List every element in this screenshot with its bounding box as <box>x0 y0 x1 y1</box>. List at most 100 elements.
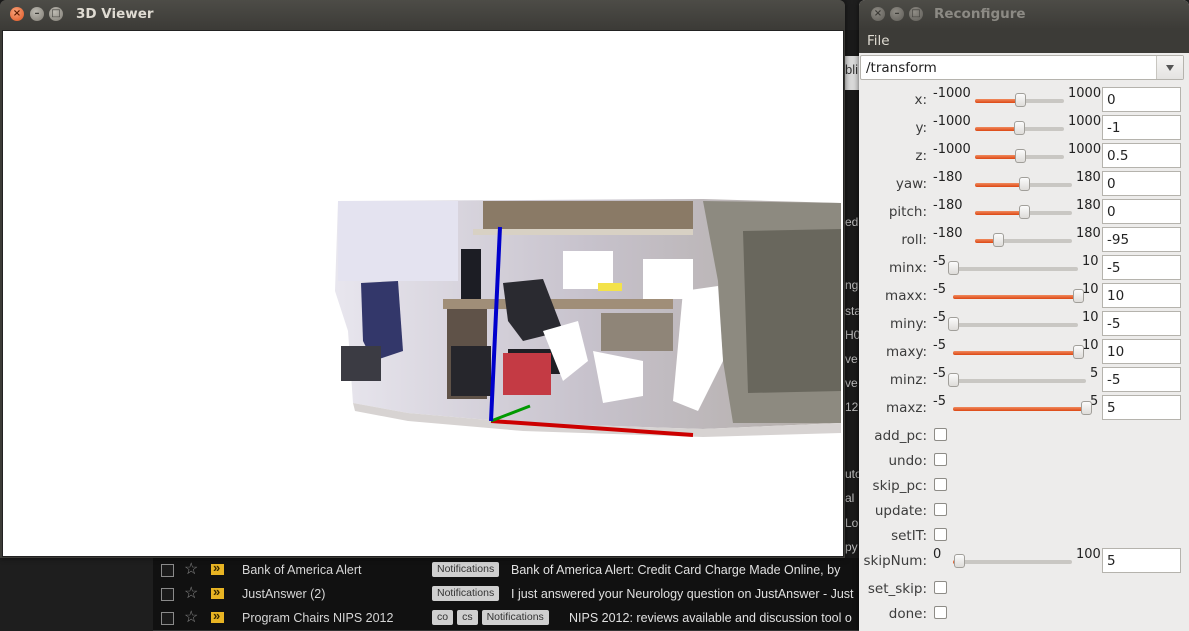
email-select-checkbox[interactable] <box>161 612 174 625</box>
slider-thumb[interactable] <box>992 233 1004 247</box>
email-row[interactable]: ☆ Bank of America Alert Notifications Bank … <box>153 558 859 583</box>
param-y: y: -1000 1000 -1 <box>859 114 1189 140</box>
param-x: x: -1000 1000 0 <box>859 86 1189 112</box>
email-label-tag[interactable]: cs <box>457 610 478 625</box>
slider-thumb[interactable] <box>953 554 965 568</box>
param-slider[interactable] <box>953 401 1092 415</box>
param-label: setIT: <box>891 528 927 544</box>
param-skipnum: skipNum: 0 100 5 <box>859 547 1189 573</box>
viewer-titlebar[interactable]: × – □ 3D Viewer <box>0 0 845 29</box>
slider-thumb[interactable] <box>1081 401 1092 415</box>
param-checkbox[interactable] <box>934 503 947 516</box>
param-slider[interactable] <box>953 345 1084 359</box>
param-value-field[interactable]: 5 <box>1102 395 1181 420</box>
param-value-field[interactable]: -5 <box>1102 367 1181 392</box>
3d-canvas[interactable] <box>2 30 844 557</box>
slider-max-label: 180 <box>1076 226 1101 241</box>
param-checkbox[interactable] <box>934 428 947 441</box>
param-minz: minz: -5 5 -5 <box>859 366 1189 392</box>
param-value-field[interactable]: 0.5 <box>1102 143 1181 168</box>
param-slider[interactable] <box>975 177 1072 191</box>
param-value-field[interactable]: -1 <box>1102 115 1181 140</box>
slider-thumb[interactable] <box>948 317 959 331</box>
star-icon[interactable]: ☆ <box>184 607 198 627</box>
slider-thumb[interactable] <box>1018 177 1030 191</box>
importance-marker-icon[interactable] <box>211 584 224 599</box>
param-checkbox[interactable] <box>934 478 947 491</box>
email-select-checkbox[interactable] <box>161 588 174 601</box>
email-label-tag[interactable]: Notifications <box>432 586 500 601</box>
slider-thumb[interactable] <box>1014 149 1026 163</box>
background-text-fragment: 12 <box>845 400 859 414</box>
param-label: pitch: <box>888 204 927 220</box>
param-slider[interactable] <box>948 373 1086 387</box>
param-value-field[interactable]: 0 <box>1102 199 1181 224</box>
slider-thumb[interactable] <box>1014 121 1026 135</box>
param-checkbox[interactable] <box>934 528 947 541</box>
email-select-checkbox[interactable] <box>161 564 174 577</box>
param-value-field[interactable]: -5 <box>1102 311 1181 336</box>
param-value-field[interactable]: -95 <box>1102 227 1181 252</box>
importance-marker-icon[interactable] <box>211 560 224 575</box>
email-sender: Program Chairs NIPS 2012 <box>242 611 394 625</box>
param-value-field[interactable]: 0 <box>1102 87 1181 112</box>
param-checkbox[interactable] <box>934 581 947 594</box>
param-slider[interactable] <box>975 233 1072 247</box>
email-labels: co cs Notifications <box>432 610 549 625</box>
param-slider[interactable] <box>975 121 1064 135</box>
slider-max-label: 1000 <box>1068 142 1102 157</box>
param-value-field[interactable]: 5 <box>1102 548 1181 573</box>
email-sender: JustAnswer (2) <box>242 587 326 601</box>
param-slider[interactable] <box>975 93 1064 107</box>
param-value-field[interactable]: -5 <box>1102 255 1181 280</box>
reconfigure-titlebar[interactable]: × – □ Reconfigure <box>859 0 1189 29</box>
param-slider[interactable] <box>953 289 1084 303</box>
email-sender: Bank of America Alert <box>242 563 362 577</box>
param-slider[interactable] <box>948 261 1078 275</box>
importance-marker-icon[interactable] <box>211 608 224 623</box>
maximize-icon[interactable]: □ <box>909 7 923 21</box>
param-slider[interactable] <box>975 205 1072 219</box>
param-value-field[interactable]: 10 <box>1102 339 1181 364</box>
param-label: add_pc: <box>874 428 927 444</box>
star-icon[interactable]: ☆ <box>184 559 198 579</box>
email-label-tag[interactable]: Notifications <box>481 610 549 625</box>
background-text-fragment: py <box>845 540 858 554</box>
param-slider[interactable] <box>975 149 1064 163</box>
node-select-dropdown[interactable]: /transform <box>860 55 1184 80</box>
maximize-icon[interactable]: □ <box>49 7 63 21</box>
background-text-fragment: Lo <box>845 516 859 530</box>
close-icon[interactable]: × <box>10 7 24 21</box>
email-row[interactable]: ☆ Program Chairs NIPS 2012 cocsNotificatio… <box>153 606 859 631</box>
param-slider[interactable] <box>953 554 1072 568</box>
slider-max-label: 10 <box>1082 282 1099 297</box>
slider-thumb[interactable] <box>1014 93 1026 107</box>
email-subject: NIPS 2012: reviews available and discuss… <box>569 611 852 625</box>
star-icon[interactable]: ☆ <box>184 583 198 603</box>
param-slider[interactable] <box>948 317 1078 331</box>
close-icon[interactable]: × <box>871 7 885 21</box>
slider-min-label: -180 <box>933 170 963 185</box>
file-menu[interactable]: File <box>867 33 890 49</box>
email-label-tag[interactable]: co <box>432 610 454 625</box>
param-checkbox[interactable] <box>934 606 947 619</box>
email-row[interactable]: ☆ JustAnswer (2) Notifications I just answe… <box>153 582 859 607</box>
param-add-pc: add_pc: <box>859 423 1189 448</box>
param-value-field[interactable]: 10 <box>1102 283 1181 308</box>
chevron-down-icon[interactable] <box>1156 56 1183 79</box>
param-value-field[interactable]: 0 <box>1102 171 1181 196</box>
slider-thumb[interactable] <box>948 373 959 387</box>
param-maxy: maxy: -5 10 10 <box>859 338 1189 364</box>
param-setit: setIT: <box>859 523 1189 548</box>
param-undo: undo: <box>859 448 1189 473</box>
viewer-title: 3D Viewer <box>76 6 154 22</box>
slider-thumb[interactable] <box>1018 205 1030 219</box>
minimize-icon[interactable]: – <box>890 7 904 21</box>
slider-thumb[interactable] <box>948 261 959 275</box>
slider-max-label: 10 <box>1082 254 1099 269</box>
param-checkbox[interactable] <box>934 453 947 466</box>
slider-thumb[interactable] <box>1073 345 1084 359</box>
slider-thumb[interactable] <box>1073 289 1084 303</box>
minimize-icon[interactable]: – <box>30 7 44 21</box>
email-label-tag[interactable]: Notifications <box>432 562 500 577</box>
